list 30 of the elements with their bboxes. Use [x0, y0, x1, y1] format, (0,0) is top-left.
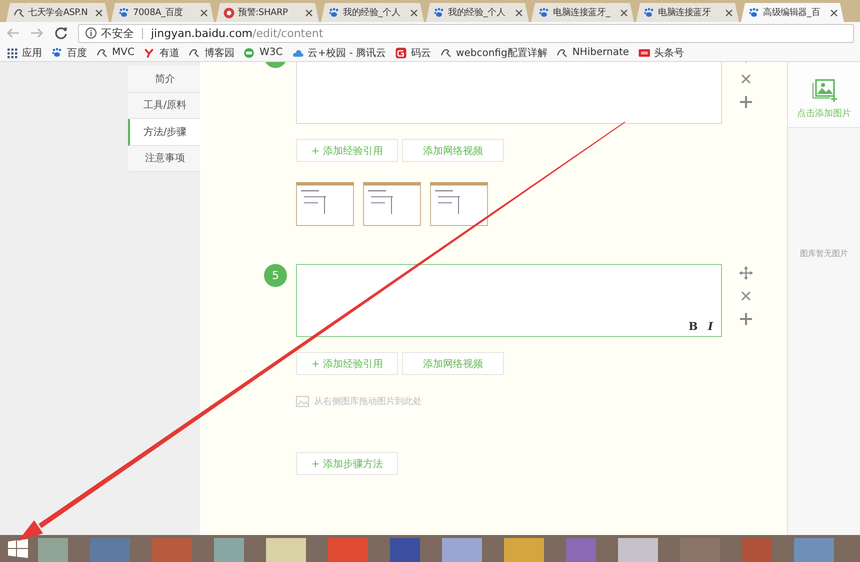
sidebar-item[interactable]: 简介: [128, 66, 200, 92]
browser-tab[interactable]: 电脑连接蓝牙: [636, 3, 739, 22]
bookmark-link[interactable]: MVC: [112, 47, 134, 58]
format-button[interactable]: I: [708, 320, 713, 333]
bookmark-link[interactable]: webconfig配置详解: [456, 46, 548, 60]
sidebar-item[interactable]: 工具/原料: [128, 92, 200, 119]
bookmark-link[interactable]: 百度: [67, 46, 87, 60]
bookmark-link[interactable]: 博客园: [204, 46, 234, 60]
address-field[interactable]: 不安全 jingyan.baidu.com/edit/content: [78, 24, 854, 42]
sidebar-item[interactable]: 方法/步骤: [128, 119, 200, 146]
bookmark-link[interactable]: W3C: [259, 47, 283, 58]
sidebar-item[interactable]: 注意事项: [128, 146, 200, 172]
browser-tab[interactable]: 电脑连接蓝牙_: [531, 3, 634, 22]
drop-hint: 从右侧图库拖动图片到此处: [314, 396, 422, 408]
bookmark-link[interactable]: 云+校园 - 腾讯云: [308, 46, 386, 60]
step-number: 5: [264, 264, 287, 287]
bookmark-link[interactable]: 头条号: [654, 46, 684, 60]
step-text-editor[interactable]: B I: [296, 264, 722, 337]
bookmark-link[interactable]: 码云: [411, 46, 432, 60]
browser-tab[interactable]: 预警:SHARP: [216, 3, 319, 22]
bookmark-link[interactable]: NHibernate: [572, 47, 630, 58]
empty-gallery-text: 图库暂无图片: [799, 248, 849, 259]
browser-tab[interactable]: 我的经验_个人: [426, 3, 529, 22]
browser-tab[interactable]: 7008A_百度: [111, 3, 214, 22]
browser-tab[interactable]: 我的经验_个人: [321, 3, 424, 22]
browser-tab[interactable]: 七天学会ASP.N: [6, 3, 109, 22]
bookmark-link[interactable]: 应用: [22, 46, 42, 60]
browser-tab[interactable]: 高级编辑器_百: [741, 3, 844, 22]
format-button[interactable]: B: [688, 320, 698, 333]
bookmark-link[interactable]: 有道: [159, 46, 180, 60]
